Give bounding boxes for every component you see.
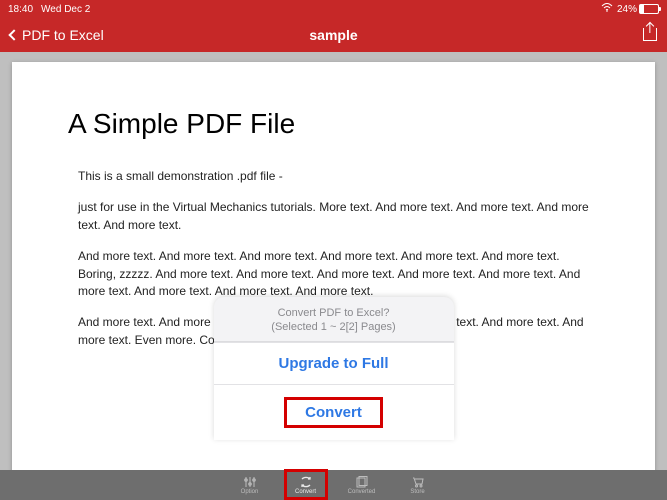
doc-paragraph: And more text. And more text. And more t… [68, 248, 599, 300]
status-date: Wed Dec 2 [41, 4, 90, 15]
tab-label: Option [241, 489, 259, 495]
doc-title: A Simple PDF File [68, 108, 599, 140]
back-button[interactable]: PDF to Excel [10, 27, 104, 43]
convert-highlight: Convert [284, 397, 383, 428]
status-bar: 18:40 Wed Dec 2 24% [0, 0, 667, 18]
back-label: PDF to Excel [22, 27, 104, 43]
cart-icon [411, 476, 425, 488]
sheet-header: Convert PDF to Excel? (Selected 1 ~ 2[2]… [214, 297, 454, 342]
nav-bar: PDF to Excel sample [0, 18, 667, 52]
sheet-selection: (Selected 1 ~ 2[2] Pages) [222, 321, 446, 333]
status-time: 18:40 [8, 4, 33, 15]
share-icon [643, 25, 657, 41]
refresh-icon [299, 476, 313, 488]
bottom-tab-bar: Option Convert Converted Store [0, 470, 667, 500]
tab-label: Store [410, 489, 424, 495]
battery-indicator: 24% [617, 4, 659, 15]
convert-button[interactable]: Convert [214, 384, 454, 440]
tab-option[interactable]: Option [222, 470, 278, 500]
share-button[interactable] [643, 25, 657, 46]
doc-paragraph: just for use in the Virtual Mechanics tu… [68, 199, 599, 234]
upgrade-to-full-button[interactable]: Upgrade to Full [214, 342, 454, 384]
convert-action-sheet: Convert PDF to Excel? (Selected 1 ~ 2[2]… [214, 297, 454, 440]
wifi-icon [601, 3, 613, 15]
sliders-icon [243, 476, 257, 488]
files-icon [355, 476, 369, 488]
tab-converted[interactable]: Converted [334, 470, 390, 500]
tab-store[interactable]: Store [390, 470, 446, 500]
upgrade-label: Upgrade to Full [279, 355, 389, 372]
tab-label: Convert [295, 489, 316, 495]
doc-paragraph: This is a small demonstration .pdf file … [68, 168, 599, 185]
tab-label: Converted [348, 489, 376, 495]
chevron-left-icon [8, 29, 19, 40]
sheet-question: Convert PDF to Excel? [222, 307, 446, 319]
convert-label: Convert [305, 404, 362, 421]
document-viewport[interactable]: A Simple PDF File This is a small demons… [0, 52, 667, 470]
tab-convert[interactable]: Convert [278, 470, 334, 500]
battery-percent: 24% [617, 4, 637, 15]
